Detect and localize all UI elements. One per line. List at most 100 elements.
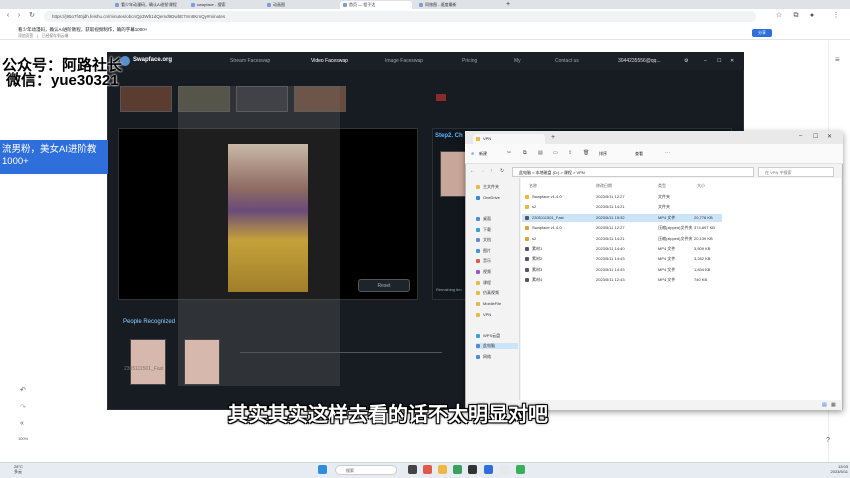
paste-icon[interactable]: ▤ <box>538 150 543 156</box>
browser-icon[interactable] <box>484 465 493 474</box>
reload-icon[interactable]: ↻ <box>28 12 36 20</box>
weather-widget[interactable]: 28°C 多云 <box>14 464 23 474</box>
maximize-icon[interactable]: ☐ <box>717 58 721 64</box>
nav-this-pc[interactable]: 此电脑 <box>476 343 518 349</box>
reset-button[interactable]: Reset <box>358 279 410 292</box>
undo-icon[interactable]: ↶ <box>20 386 26 394</box>
browser-tab-active[interactable]: 首页 — 程子达 <box>340 1 412 9</box>
nav-my[interactable]: My <box>514 58 521 64</box>
nav-video-faceswap[interactable]: Video Faceswap <box>311 58 348 64</box>
nav-contact[interactable]: Contact us <box>555 58 579 64</box>
nav-music[interactable]: 音乐 <box>476 258 491 264</box>
nav-pictures[interactable]: 图片 <box>476 248 491 254</box>
nav-network[interactable]: 网络 <box>476 354 491 360</box>
rename-icon[interactable]: ▭ <box>553 150 558 156</box>
back-icon[interactable]: ‹ <box>4 12 12 20</box>
explorer-tab[interactable]: VPN <box>473 134 545 144</box>
account-name[interactable]: 3044235556@qq... <box>618 58 661 64</box>
browser-tab[interactable]: 看少年动漫码，确认AI进阶课程 <box>112 1 184 9</box>
explorer-minimize-icon[interactable]: – <box>799 133 802 139</box>
star-icon[interactable]: ☆ <box>775 12 783 20</box>
file-row[interactable]: 2305111501_Fast 2023/5/11 15:32 MP4 文件 20,7… <box>522 213 722 222</box>
url-field[interactable]: https://j95o7f40jdh.feishu.cn/minutes/ob… <box>44 11 756 22</box>
new-tab-icon[interactable]: + <box>551 134 555 141</box>
start-icon[interactable] <box>318 465 327 474</box>
file-row[interactable]: s2 2023/5/11 14:21 压缩(zipped)文件夹 20,139 KB <box>522 235 722 243</box>
profile-icon[interactable]: ● <box>808 12 816 20</box>
copy-icon[interactable]: ⧉ <box>523 150 527 156</box>
new-tab-button[interactable]: + <box>505 1 513 9</box>
minimize-icon[interactable]: – <box>704 58 707 64</box>
extensions-icon[interactable]: ⧉ <box>792 12 800 20</box>
nav-onedrive[interactable]: OneDrive <box>476 195 500 200</box>
hamburger-icon[interactable]: ≡ <box>835 55 840 64</box>
recognized-face[interactable] <box>130 339 166 385</box>
back-arrow-icon[interactable]: ← <box>470 168 475 174</box>
column-header-size[interactable]: 大小 <box>697 183 705 189</box>
settings-icon[interactable]: ⚙ <box>684 58 688 64</box>
more-icon[interactable]: ··· <box>665 150 670 156</box>
explorer-maximize-icon[interactable]: ☐ <box>813 133 818 140</box>
nav-sim-video[interactable]: 仿真视频 <box>476 290 499 296</box>
nav-documents[interactable]: 文档 <box>476 237 491 243</box>
file-row[interactable]: 素材1 2023/5/11 14:40 MP4 文件 3,509 KB <box>522 245 722 253</box>
tiles-view-icon[interactable]: ▦ <box>831 402 836 408</box>
taskview-icon[interactable] <box>408 465 417 474</box>
column-header-date[interactable]: 修改日期 <box>596 183 612 189</box>
nav-videos[interactable]: 视频 <box>476 269 491 275</box>
up-arrow-icon[interactable]: ↑ <box>490 168 493 174</box>
wechat-icon[interactable] <box>516 465 525 474</box>
nav-mobilefile[interactable]: MobileFile <box>476 301 501 306</box>
browser-tab[interactable]: swapface - 搜索 <box>188 1 260 9</box>
app-icon[interactable] <box>468 465 477 474</box>
file-row[interactable]: 素材2 2023/5/11 14:43 MP4 文件 3,282 KB <box>522 255 722 263</box>
refresh-icon[interactable]: ↻ <box>500 168 504 174</box>
collapse-icon[interactable]: « <box>20 420 24 427</box>
explorer-taskbar-icon[interactable] <box>438 465 447 474</box>
close-icon[interactable]: ✕ <box>730 58 734 64</box>
taskbar-search[interactable]: 搜索 <box>335 465 397 475</box>
app-icon[interactable] <box>453 465 462 474</box>
nav-downloads[interactable]: 下载 <box>476 227 491 233</box>
column-header-name[interactable]: 名称 <box>529 183 537 189</box>
browser-tab[interactable]: 动画图 <box>264 1 336 9</box>
nav-wps[interactable]: WPS云盘 <box>476 333 500 339</box>
nav-image-faceswap[interactable]: Image Faceswap <box>385 58 423 64</box>
nav-course[interactable]: 课程 <box>476 280 491 286</box>
file-row[interactable]: Swapface v1.4.0 2023/5/11 12:27 文件夹 <box>522 193 722 201</box>
nav-pricing[interactable]: Pricing <box>462 58 477 64</box>
help-icon[interactable]: ? <box>826 437 830 444</box>
nav-desktop[interactable]: 桌面 <box>476 216 491 222</box>
video-thumbnail[interactable] <box>120 86 172 112</box>
details-view-icon[interactable]: ▤ <box>822 402 827 408</box>
recognized-face[interactable] <box>184 339 220 385</box>
delete-icon[interactable]: 🗑 <box>583 150 589 156</box>
explorer-close-icon[interactable]: ✕ <box>827 133 832 140</box>
app-icon[interactable] <box>500 465 509 474</box>
redo-icon[interactable]: ↷ <box>20 403 26 411</box>
share-button[interactable]: 分享 <box>752 29 772 37</box>
explorer-address-bar[interactable]: 此电脑 > 本地磁盘 (D:) > 课程 > VPN <box>512 167 754 177</box>
explorer-search-input[interactable]: 在 VPN 中搜索 <box>758 167 834 177</box>
file-row[interactable]: s2 2023/5/11 14:21 文件夹 <box>522 203 722 211</box>
new-icon[interactable]: ⊕ <box>471 151 474 156</box>
sort-button[interactable]: 排序 <box>599 151 607 157</box>
new-button[interactable]: 新建 <box>479 151 487 157</box>
file-row[interactable]: Swapface v1.4.0 2023/5/11 12:27 压缩(zipped)… <box>522 224 722 232</box>
nav-stream-faceswap[interactable]: Stream Faceswap <box>230 58 270 64</box>
video-scrubber[interactable] <box>240 352 442 353</box>
share-icon[interactable]: ⇪ <box>568 150 572 156</box>
taskbar-clock[interactable]: 13:03 2023/5/11 <box>818 464 849 474</box>
forward-icon[interactable]: › <box>15 12 23 20</box>
nav-vpn[interactable]: VPN <box>476 312 491 317</box>
nav-home[interactable]: 主文件夹 <box>476 184 499 190</box>
file-row[interactable]: 素材3 2023/5/11 14:43 MP4 文件 1,834 KB <box>522 266 722 274</box>
browser-tab[interactable]: 同旅图 - 速度最新 <box>416 1 502 9</box>
cut-icon[interactable]: ✂ <box>507 150 511 156</box>
view-button[interactable]: 查看 <box>635 151 643 157</box>
forward-arrow-icon[interactable]: → <box>480 168 485 174</box>
app-icon[interactable] <box>423 465 432 474</box>
column-header-type[interactable]: 类型 <box>658 183 666 189</box>
menu-icon[interactable]: ⋮ <box>832 12 840 20</box>
file-row[interactable]: 素材4 2023/5/11 12:43 MP4 文件 740 KB <box>522 276 722 284</box>
